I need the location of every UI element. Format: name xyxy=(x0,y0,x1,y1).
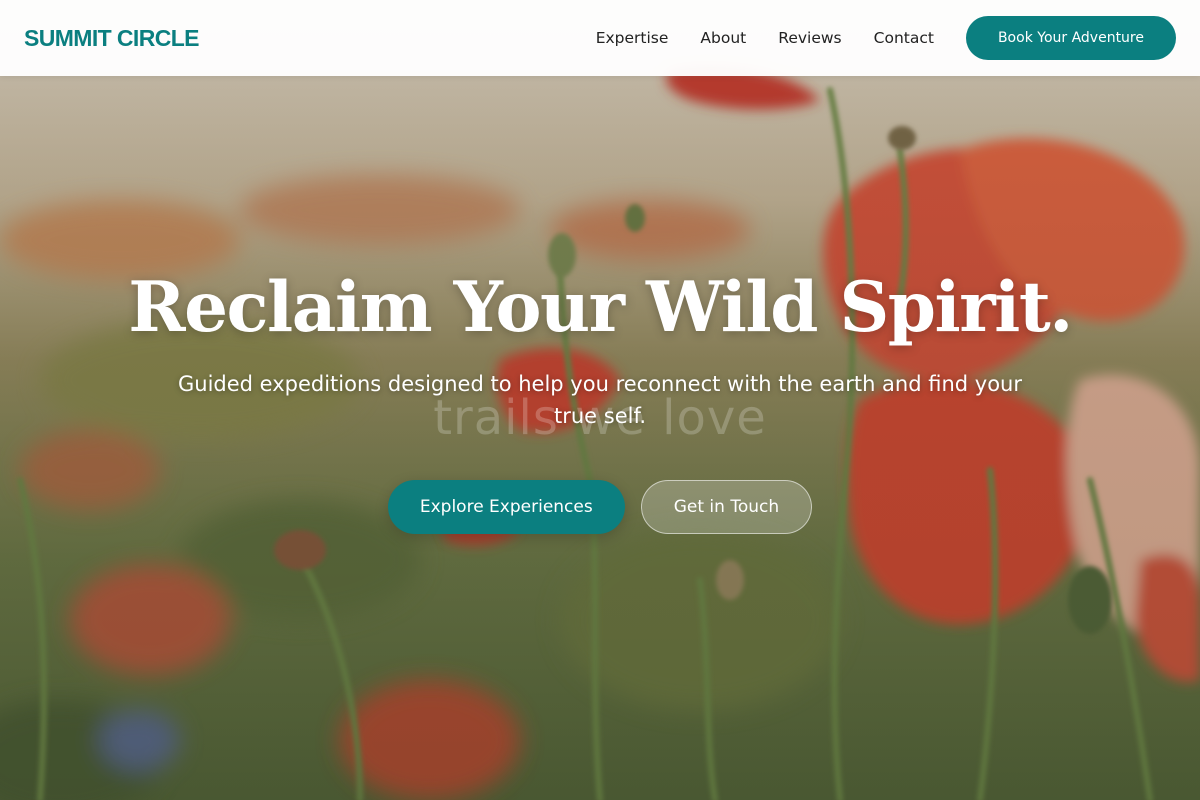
hero-subtitle: Guided expeditions designed to help you … xyxy=(177,371,1023,428)
nav-link-expertise[interactable]: Expertise xyxy=(596,29,669,47)
book-adventure-button[interactable]: Book Your Adventure xyxy=(965,16,1176,60)
hero-section: trails we love Reclaim Your Wild Spirit.… xyxy=(0,270,1200,534)
main-nav: Expertise About Reviews Contact Book You… xyxy=(596,16,1176,60)
brand-logo[interactable]: SUMMIT CIRCLE xyxy=(24,25,200,52)
hero-title: Reclaim Your Wild Spirit. xyxy=(128,267,1073,348)
nav-link-contact[interactable]: Contact xyxy=(874,29,934,47)
nav-link-reviews[interactable]: Reviews xyxy=(778,29,841,47)
nav-link-about[interactable]: About xyxy=(700,29,746,47)
hero-button-group: Explore Experiences Get in Touch xyxy=(0,479,1200,534)
get-in-touch-button[interactable]: Get in Touch xyxy=(640,479,813,534)
site-header: SUMMIT CIRCLE Expertise About Reviews Co… xyxy=(0,0,1200,76)
explore-experiences-button[interactable]: Explore Experiences xyxy=(387,479,625,534)
